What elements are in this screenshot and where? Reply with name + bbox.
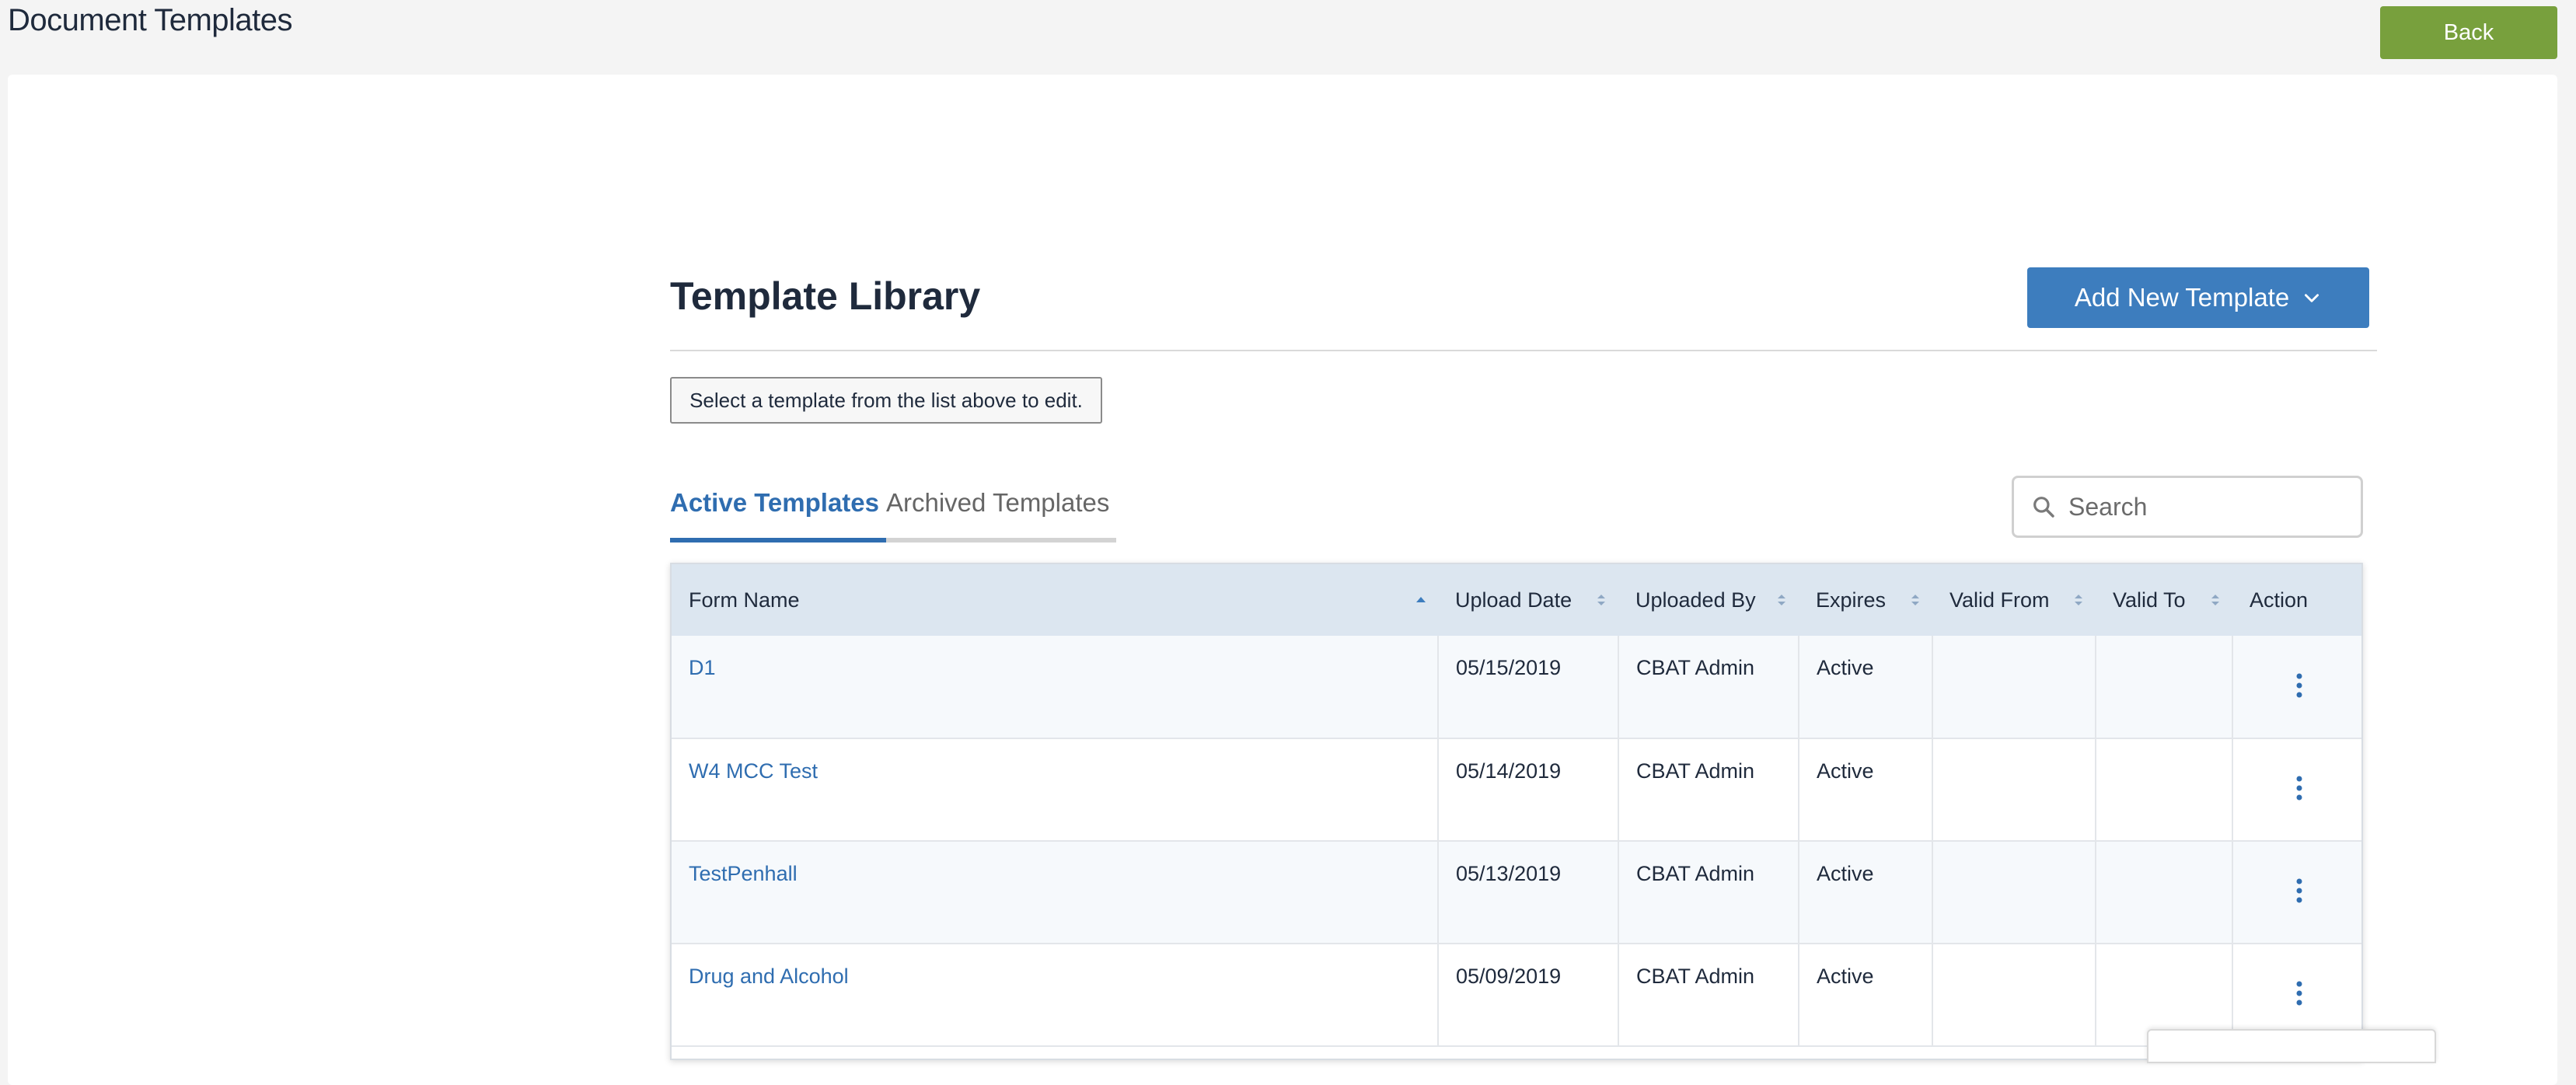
- templates-table: Form Name Upload Date Uploaded By Expire…: [670, 563, 2363, 1060]
- valid-from-cell: [1932, 944, 2096, 1047]
- action-menu-popup: [2147, 1029, 2436, 1063]
- form-name-link[interactable]: W4 MCC Test: [672, 738, 1439, 842]
- column-label: Uploaded By: [1635, 588, 1756, 612]
- column-header-uploaded-by[interactable]: Uploaded By: [1618, 564, 1799, 636]
- sort-icon: [1911, 595, 1919, 605]
- add-new-template-button[interactable]: Add New Template: [2027, 267, 2369, 328]
- valid-from-cell: [1932, 738, 2096, 842]
- column-header-valid-from[interactable]: Valid From: [1932, 564, 2096, 636]
- upload-date-cell: 05/14/2019: [1438, 738, 1619, 842]
- uploaded-by-cell: CBAT Admin: [1618, 841, 1799, 944]
- back-button[interactable]: Back: [2380, 6, 2557, 59]
- search-input[interactable]: [2067, 491, 2350, 522]
- search-icon: [2031, 494, 2056, 519]
- action-cell: [2232, 636, 2361, 739]
- valid-from-cell: [1932, 636, 2096, 739]
- tab-archived-templates[interactable]: Archived Templates: [886, 488, 1109, 518]
- sort-icon: [1778, 595, 1785, 605]
- table-header-row: Form Name Upload Date Uploaded By Expire…: [672, 564, 2361, 636]
- uploaded-by-cell: CBAT Admin: [1618, 944, 1799, 1047]
- form-name-link[interactable]: D1: [672, 636, 1439, 739]
- upload-date-cell: 05/15/2019: [1438, 636, 1619, 739]
- tab-active-templates[interactable]: Active Templates: [670, 488, 879, 518]
- expires-cell: Active: [1799, 944, 1933, 1047]
- kebab-menu-icon[interactable]: [2288, 670, 2311, 701]
- column-header-action: Action: [2232, 564, 2361, 636]
- column-label: Action: [2250, 588, 2309, 612]
- column-header-valid-to[interactable]: Valid To: [2096, 564, 2232, 636]
- upload-date-cell: 05/09/2019: [1438, 944, 1619, 1047]
- upload-date-cell: 05/13/2019: [1438, 841, 1619, 944]
- table-row[interactable]: TestPenhall 05/13/2019 CBAT Admin Active: [672, 841, 2361, 944]
- table-row[interactable]: Drug and Alcohol 05/09/2019 CBAT Admin A…: [672, 944, 2361, 1047]
- table-row[interactable]: W4 MCC Test 05/14/2019 CBAT Admin Active: [672, 738, 2361, 842]
- column-header-form-name[interactable]: Form Name: [672, 564, 1438, 636]
- sort-icon: [2211, 595, 2219, 605]
- table-row[interactable]: D1 05/15/2019 CBAT Admin Active: [672, 636, 2361, 739]
- sort-icon: [1597, 595, 1605, 605]
- expires-cell: Active: [1799, 636, 1933, 739]
- column-label: Upload Date: [1455, 588, 1572, 612]
- template-tabs: Active Templates Archived Templates: [670, 482, 1116, 542]
- action-cell: [2232, 738, 2361, 842]
- uploaded-by-cell: CBAT Admin: [1618, 636, 1799, 739]
- edit-hint-box: Select a template from the list above to…: [670, 377, 1102, 424]
- kebab-menu-icon[interactable]: [2288, 875, 2311, 906]
- search-box[interactable]: [2012, 476, 2363, 538]
- column-label: Expires: [1816, 588, 1887, 612]
- expires-cell: Active: [1799, 841, 1933, 944]
- column-label: Form Name: [689, 588, 800, 612]
- title-divider: [670, 350, 2377, 351]
- active-tab-indicator: [670, 538, 886, 542]
- column-header-expires[interactable]: Expires: [1799, 564, 1932, 636]
- kebab-menu-icon[interactable]: [2288, 773, 2311, 804]
- form-name-link[interactable]: Drug and Alcohol: [672, 944, 1439, 1047]
- expires-cell: Active: [1799, 738, 1933, 842]
- action-cell: [2232, 841, 2361, 944]
- valid-to-cell: [2096, 841, 2233, 944]
- sort-ascending-icon: [1416, 597, 1426, 602]
- template-library-title: Template Library: [670, 274, 981, 318]
- sort-icon: [2075, 595, 2082, 605]
- page-title: Document Templates: [8, 3, 293, 37]
- column-label: Valid To: [2113, 588, 2186, 612]
- valid-to-cell: [2096, 738, 2233, 842]
- kebab-menu-icon[interactable]: [2288, 978, 2311, 1009]
- valid-to-cell: [2096, 636, 2233, 739]
- chevron-down-icon: [2302, 288, 2322, 308]
- column-label: Valid From: [1949, 588, 2050, 612]
- uploaded-by-cell: CBAT Admin: [1618, 738, 1799, 842]
- add-new-template-label: Add New Template: [2074, 283, 2290, 312]
- column-header-upload-date[interactable]: Upload Date: [1438, 564, 1618, 636]
- form-name-link[interactable]: TestPenhall: [672, 841, 1439, 944]
- valid-from-cell: [1932, 841, 2096, 944]
